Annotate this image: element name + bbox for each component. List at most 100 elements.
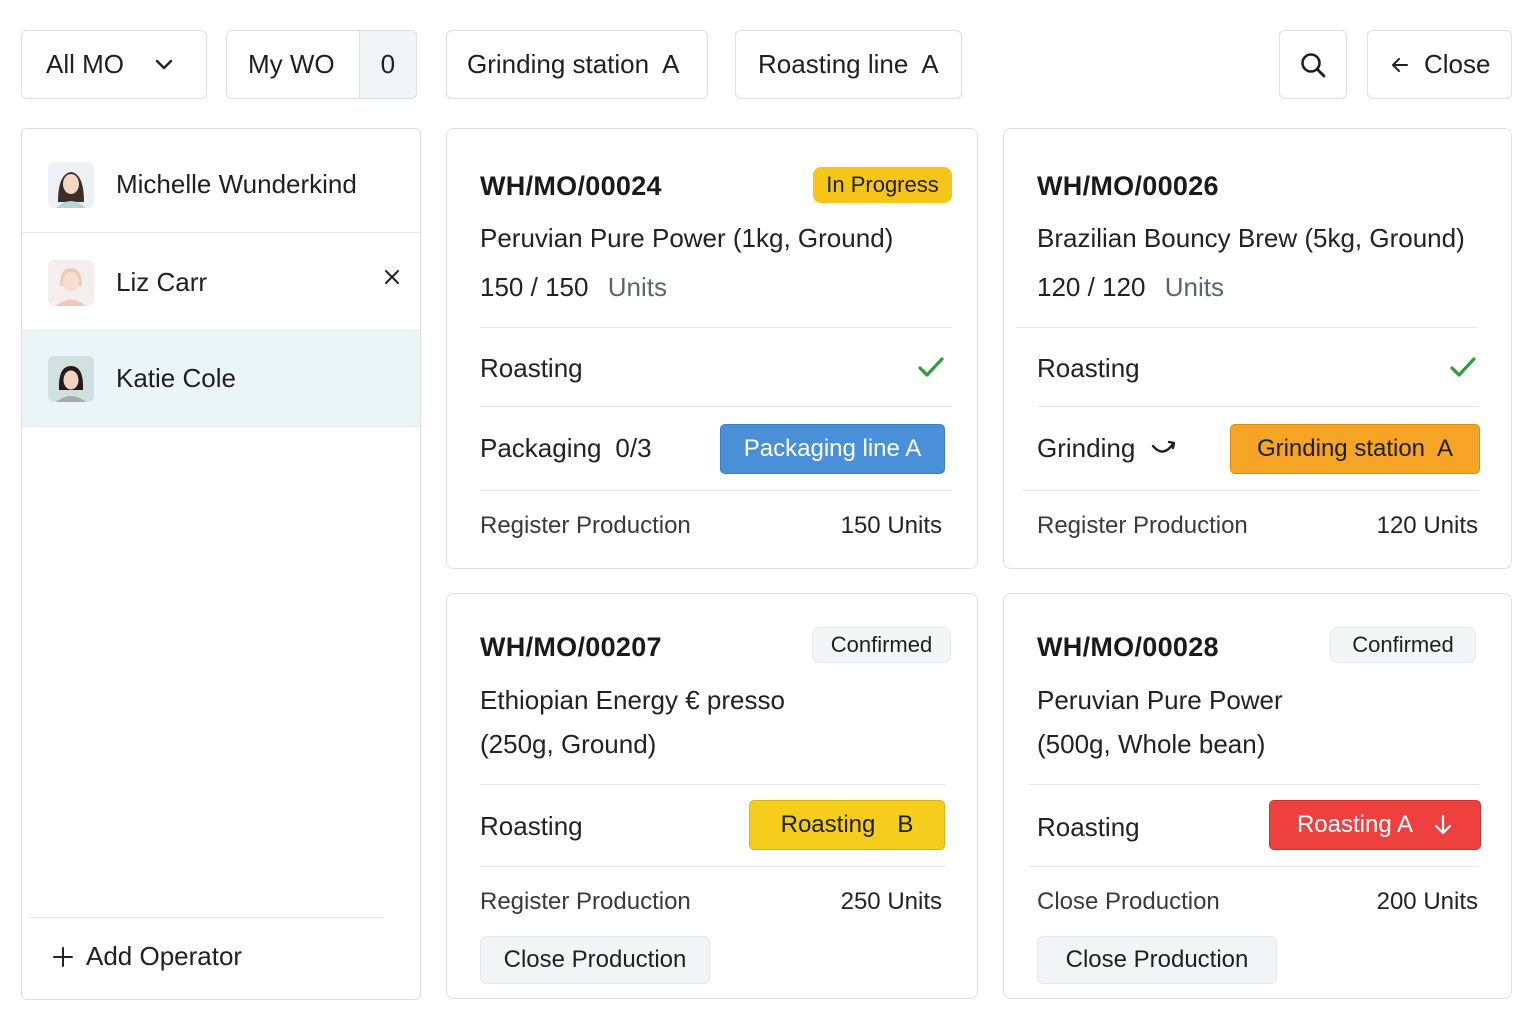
my-wo-count: 0 bbox=[358, 31, 416, 98]
workorder-label: Roasting bbox=[1037, 812, 1140, 842]
mo-card[interactable]: WH/MO/00024 In Progress Peruvian Pure Po… bbox=[446, 128, 978, 569]
register-production-value: 150 Units bbox=[840, 512, 942, 539]
divider bbox=[480, 406, 952, 407]
quantity: 150 / 150 Units bbox=[480, 272, 667, 303]
workcenter-button[interactable]: Roasting A bbox=[1269, 800, 1481, 850]
qty-separator: / bbox=[530, 272, 538, 302]
mo-reference: WH/MO/00028 bbox=[1037, 632, 1219, 662]
arrow-down-icon bbox=[1433, 814, 1453, 836]
workcenter-filter-grinding[interactable]: Grinding station A bbox=[446, 30, 708, 99]
qty-total: 150 bbox=[545, 272, 589, 302]
mo-reference: WH/MO/00024 bbox=[480, 171, 662, 201]
status-badge: Confirmed bbox=[1330, 627, 1476, 663]
mo-card[interactable]: WH/MO/00026 Brazilian Bouncy Brew (5kg, … bbox=[1003, 128, 1512, 569]
mo-reference: WH/MO/00026 bbox=[1037, 171, 1219, 201]
workcenter-button[interactable]: Grinding station A bbox=[1230, 424, 1480, 474]
search-icon bbox=[1299, 51, 1327, 79]
register-production-label[interactable]: Register Production bbox=[480, 888, 691, 916]
avatar bbox=[48, 161, 94, 208]
workorder-roasting[interactable]: Roasting bbox=[1037, 353, 1140, 384]
workcenter-button[interactable]: Packaging line A bbox=[720, 424, 945, 474]
all-mo-label: All MO bbox=[46, 49, 124, 79]
close-label: Close bbox=[1424, 49, 1491, 79]
product-name: Brazilian Bouncy Brew (5kg, Ground) bbox=[1037, 223, 1465, 253]
mo-reference: WH/MO/00207 bbox=[480, 632, 662, 662]
my-wo-toggle[interactable]: My WO 0 bbox=[226, 30, 417, 99]
operator-panel: Michelle Wunderkind Liz Carr Katie Cole bbox=[21, 128, 421, 1000]
workcenter-suffix: B bbox=[897, 811, 914, 838]
workorder-label: Roasting bbox=[480, 811, 583, 841]
qty-total: 120 bbox=[1102, 272, 1146, 302]
qty-unit: Units bbox=[1164, 272, 1224, 302]
in-progress-spinner-icon bbox=[1149, 438, 1179, 460]
product-name-line1: Peruvian Pure Power bbox=[1037, 685, 1283, 715]
close-button[interactable]: Close bbox=[1367, 30, 1512, 99]
workcenter-filter-label: Roasting line A bbox=[758, 49, 939, 79]
workorder-roasting[interactable]: Roasting bbox=[480, 811, 583, 842]
register-production-value: 250 Units bbox=[840, 888, 942, 915]
workcenter-filter-roasting[interactable]: Roasting line A bbox=[735, 30, 962, 99]
workorder-label: Roasting bbox=[480, 353, 583, 383]
check-icon bbox=[917, 355, 945, 379]
close-production-label[interactable]: Close Production bbox=[1037, 888, 1220, 916]
close-production-value: 200 Units bbox=[1376, 888, 1478, 915]
workorder-label: Packaging bbox=[480, 433, 602, 463]
workcenter-label: Roasting bbox=[780, 811, 876, 838]
register-production-value: 120 Units bbox=[1376, 512, 1478, 539]
mo-card[interactable]: WH/MO/00207 Confirmed Ethiopian Energy €… bbox=[446, 593, 978, 999]
register-production-label[interactable]: Register Production bbox=[1037, 512, 1248, 540]
divider bbox=[1029, 866, 1479, 867]
search-button[interactable] bbox=[1279, 30, 1347, 99]
check-icon bbox=[1449, 355, 1477, 379]
plus-icon bbox=[52, 946, 74, 968]
workorder-grinding[interactable]: Grinding bbox=[1037, 433, 1179, 464]
divider bbox=[1016, 327, 1478, 328]
avatar bbox=[48, 355, 94, 402]
divider bbox=[480, 490, 952, 491]
workorder-roasting[interactable]: Roasting bbox=[480, 353, 583, 384]
close-production-button[interactable]: Close Production bbox=[1037, 936, 1277, 984]
divider bbox=[480, 866, 946, 867]
workcenter-button[interactable]: Roasting B bbox=[749, 800, 945, 850]
divider bbox=[28, 917, 384, 918]
operator-item[interactable]: Liz Carr bbox=[22, 235, 420, 331]
avatar bbox=[48, 259, 94, 306]
divider bbox=[480, 784, 946, 785]
operator-name: Michelle Wunderkind bbox=[116, 169, 357, 199]
add-operator-button[interactable]: Add Operator bbox=[52, 941, 242, 972]
qty-separator: / bbox=[1087, 272, 1095, 302]
divider bbox=[480, 327, 952, 328]
chevron-down-icon bbox=[154, 58, 174, 72]
quantity: 120 / 120 Units bbox=[1037, 272, 1224, 303]
remove-operator-icon[interactable] bbox=[384, 269, 400, 285]
workorder-label: Grinding bbox=[1037, 433, 1136, 463]
workorder-packaging[interactable]: Packaging 0/3 bbox=[480, 433, 652, 464]
qty-done: 120 bbox=[1037, 272, 1081, 302]
workcenter-label: Roasting A bbox=[1296, 811, 1414, 838]
add-operator-label: Add Operator bbox=[86, 941, 243, 971]
qty-unit: Units bbox=[607, 272, 667, 302]
status-badge: Confirmed bbox=[812, 627, 951, 663]
workcenter-filter-label: Grinding station A bbox=[467, 49, 680, 79]
status-badge: In Progress bbox=[813, 167, 952, 203]
mo-card[interactable]: WH/MO/00028 Confirmed Peruvian Pure Powe… bbox=[1003, 593, 1512, 999]
arrow-left-icon bbox=[1390, 55, 1410, 75]
all-mo-filter[interactable]: All MO bbox=[21, 30, 207, 99]
my-wo-label: My WO bbox=[248, 49, 335, 79]
product-name-line2: (250g, Ground) bbox=[480, 729, 657, 759]
product-name: Peruvian Pure Power (1kg, Ground) bbox=[480, 223, 894, 253]
operator-item[interactable]: Michelle Wunderkind bbox=[22, 137, 420, 233]
operator-item-selected[interactable]: Katie Cole bbox=[22, 331, 420, 427]
qty-done: 150 bbox=[480, 272, 524, 302]
workorder-label: Roasting bbox=[1037, 353, 1140, 383]
close-production-button[interactable]: Close Production bbox=[480, 936, 710, 984]
divider bbox=[1022, 490, 1479, 491]
divider bbox=[1037, 406, 1479, 407]
operator-name: Liz Carr bbox=[116, 267, 208, 297]
register-production-label[interactable]: Register Production bbox=[480, 512, 691, 540]
product-name-line1: Ethiopian Energy € presso bbox=[480, 685, 785, 715]
product-name-line2: (500g, Whole bean) bbox=[1037, 729, 1266, 759]
workorder-roasting[interactable]: Roasting bbox=[1037, 812, 1140, 843]
operator-name: Katie Cole bbox=[116, 363, 236, 393]
workorder-progress: 0/3 bbox=[615, 433, 652, 463]
